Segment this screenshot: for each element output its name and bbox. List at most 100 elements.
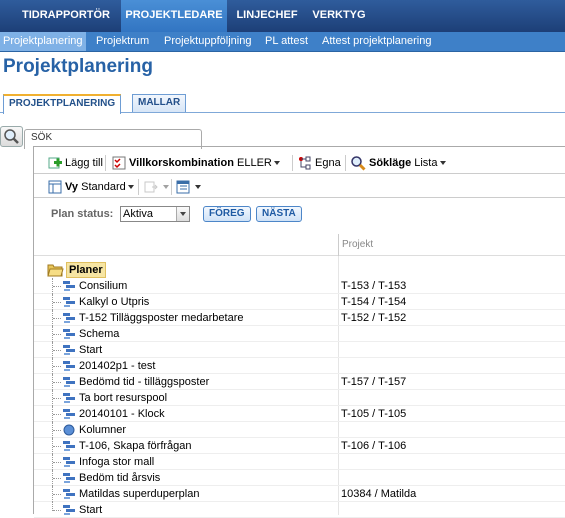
tab-projektplanering[interactable]: PROJEKTPLANERING [3, 94, 122, 114]
search-mode-dropdown[interactable]: Sökläge Lista [350, 154, 446, 172]
export-dropdown[interactable] [144, 178, 169, 196]
chevron-down-icon [439, 161, 446, 166]
page-title: Projektplanering [3, 56, 153, 77]
tree-row[interactable]: Infoga stor mall [34, 454, 565, 470]
plan-icon [63, 297, 75, 307]
toolbar-divider [345, 155, 346, 171]
tree-row[interactable]: 20140101 - Klock T-105 / T-105 [34, 406, 565, 422]
tree-connector [52, 342, 62, 358]
plan-name[interactable]: Kalkyl o Utpris [79, 294, 149, 310]
tree-row[interactable]: Schema [34, 326, 565, 342]
tree-row[interactable]: Bedömd tid - tilläggsposter T-157 / T-157 [34, 374, 565, 390]
own-filter-button[interactable]: Egna [298, 154, 341, 172]
project-cell: T-152 / T-152 [341, 312, 407, 324]
columns-dropdown[interactable] [176, 178, 201, 196]
tab-projektledare[interactable]: PROJEKTLEDARE [121, 0, 227, 32]
plan-name[interactable]: Consilium [79, 278, 127, 294]
chevron-down-icon [195, 185, 201, 190]
magnifier-icon [4, 129, 19, 144]
toolbar-secondary: Vy Standard [34, 176, 565, 198]
add-button[interactable]: Lägg till [48, 154, 103, 172]
tree-connector [52, 310, 62, 326]
previous-button[interactable]: FÖREG [203, 206, 251, 222]
condition-combination-dropdown[interactable]: Villkorskombination ELLER [112, 154, 280, 172]
column-header-project[interactable]: Projekt [338, 234, 565, 256]
tree-row[interactable]: Bedöm tid årsvis [34, 470, 565, 486]
plan-name[interactable]: Schema [79, 326, 119, 342]
plan-name[interactable]: 201402p1 - test [79, 358, 155, 374]
project-cell: 10384 / Matilda [341, 488, 417, 500]
plan-name[interactable]: Matildas superduperplan [79, 486, 199, 502]
own-label: Egna [315, 157, 341, 169]
tree-connector [52, 438, 62, 454]
tree-root-label: Planer [66, 262, 106, 278]
plan-icon [63, 505, 75, 515]
plan-name[interactable]: Infoga stor mall [79, 454, 154, 470]
tree-row[interactable]: 201402p1 - test [34, 358, 565, 374]
plan-icon [63, 489, 75, 499]
tree-row[interactable]: T-152 Tilläggsposter medarbetare T-152 / … [34, 310, 565, 326]
chevron-down-icon [127, 185, 134, 190]
section-tabs: PROJEKTPLANERING MALLAR [0, 93, 565, 114]
plan-status-value: Aktiva [123, 208, 153, 220]
plan-status-select[interactable]: Aktiva [120, 206, 190, 222]
table-view-icon [48, 180, 62, 194]
tree-row[interactable]: Ta bort resurspool [34, 390, 565, 406]
plan-name[interactable]: T-152 Tilläggsposter medarbetare [79, 310, 243, 326]
tree-row[interactable]: Start [34, 342, 565, 358]
plan-name[interactable]: Bedöm tid årsvis [79, 470, 160, 486]
plan-name[interactable]: Bedömd tid - tilläggsposter [79, 374, 209, 390]
tree-connector [52, 390, 62, 406]
subnav-projektplanering[interactable]: Projektplanering [0, 32, 86, 51]
tab-linjechef[interactable]: LINJECHEF [232, 0, 302, 32]
search-mode-value: Lista [414, 157, 438, 169]
tree-row[interactable]: Consilium T-153 / T-153 [34, 278, 565, 294]
plan-status-label: Plan status: [51, 208, 114, 220]
plan-icon [63, 281, 75, 291]
circle-icon [63, 424, 75, 436]
chevron-down-icon [273, 161, 280, 166]
view-dropdown[interactable]: Vy Standard [48, 178, 134, 196]
subnav-projektuppfoljning[interactable]: Projektuppföljning [164, 32, 251, 51]
next-button[interactable]: NÄSTA [256, 206, 302, 222]
condition-label: Villkorskombination [129, 157, 234, 169]
subnav-attest-projektplanering[interactable]: Attest projektplanering [322, 32, 431, 51]
subnav-projektrum[interactable]: Projektrum [96, 32, 149, 51]
project-cell: T-106 / T-106 [341, 440, 407, 452]
plan-name[interactable]: Kolumner [79, 422, 126, 438]
checklist-icon [112, 156, 126, 170]
project-cell: T-157 / T-157 [341, 376, 407, 388]
project-cell: T-153 / T-153 [341, 280, 407, 292]
plan-icon [63, 441, 75, 451]
plan-icon [63, 329, 75, 339]
toolbar-primary: Lägg till Villkorskombination ELLER Egna… [34, 152, 565, 174]
export-icon [144, 181, 158, 193]
plan-name[interactable]: Ta bort resurspool [79, 390, 167, 406]
tree-connector [52, 358, 62, 374]
plan-grid: Projekt Planer Consilium T-153 / T-153 Kal… [34, 234, 565, 518]
tree-row[interactable]: Matildas superduperplan 10384 / Matilda [34, 486, 565, 502]
search-toggle-button[interactable] [0, 126, 23, 147]
tree-connector [52, 326, 62, 342]
tree-connector [52, 454, 62, 470]
plan-name[interactable]: 20140101 - Klock [79, 406, 165, 422]
plan-icon [63, 377, 75, 387]
folder-open-icon [47, 264, 64, 277]
plan-name[interactable]: Start [79, 342, 102, 358]
tab-mallar[interactable]: MALLAR [132, 94, 187, 112]
tree-row[interactable]: Kalkyl o Utpris T-154 / T-154 [34, 294, 565, 310]
tab-verktyg[interactable]: VERKTYG [307, 0, 371, 32]
subnav-pl-attest[interactable]: PL attest [265, 32, 308, 51]
top-nav: TIDRAPPORTÖR PROJEKTLEDARE LINJECHEF VER… [0, 0, 565, 32]
tree-row[interactable]: Start [34, 502, 565, 518]
add-icon [48, 157, 62, 169]
tab-tidrapportor[interactable]: TIDRAPPORTÖR [14, 0, 118, 32]
tree-row[interactable]: Kolumner [34, 422, 565, 438]
plan-name[interactable]: Start [79, 502, 102, 518]
plan-name[interactable]: T-106, Skapa förfrågan [79, 438, 192, 454]
org-chart-icon [299, 156, 311, 170]
project-cell: T-154 / T-154 [341, 296, 407, 308]
tree-row[interactable]: T-106, Skapa förfrågan T-106 / T-106 [34, 438, 565, 454]
plan-status-row: Plan status: Aktiva FÖREG NÄSTA [34, 200, 565, 234]
condition-value: ELLER [237, 157, 272, 169]
